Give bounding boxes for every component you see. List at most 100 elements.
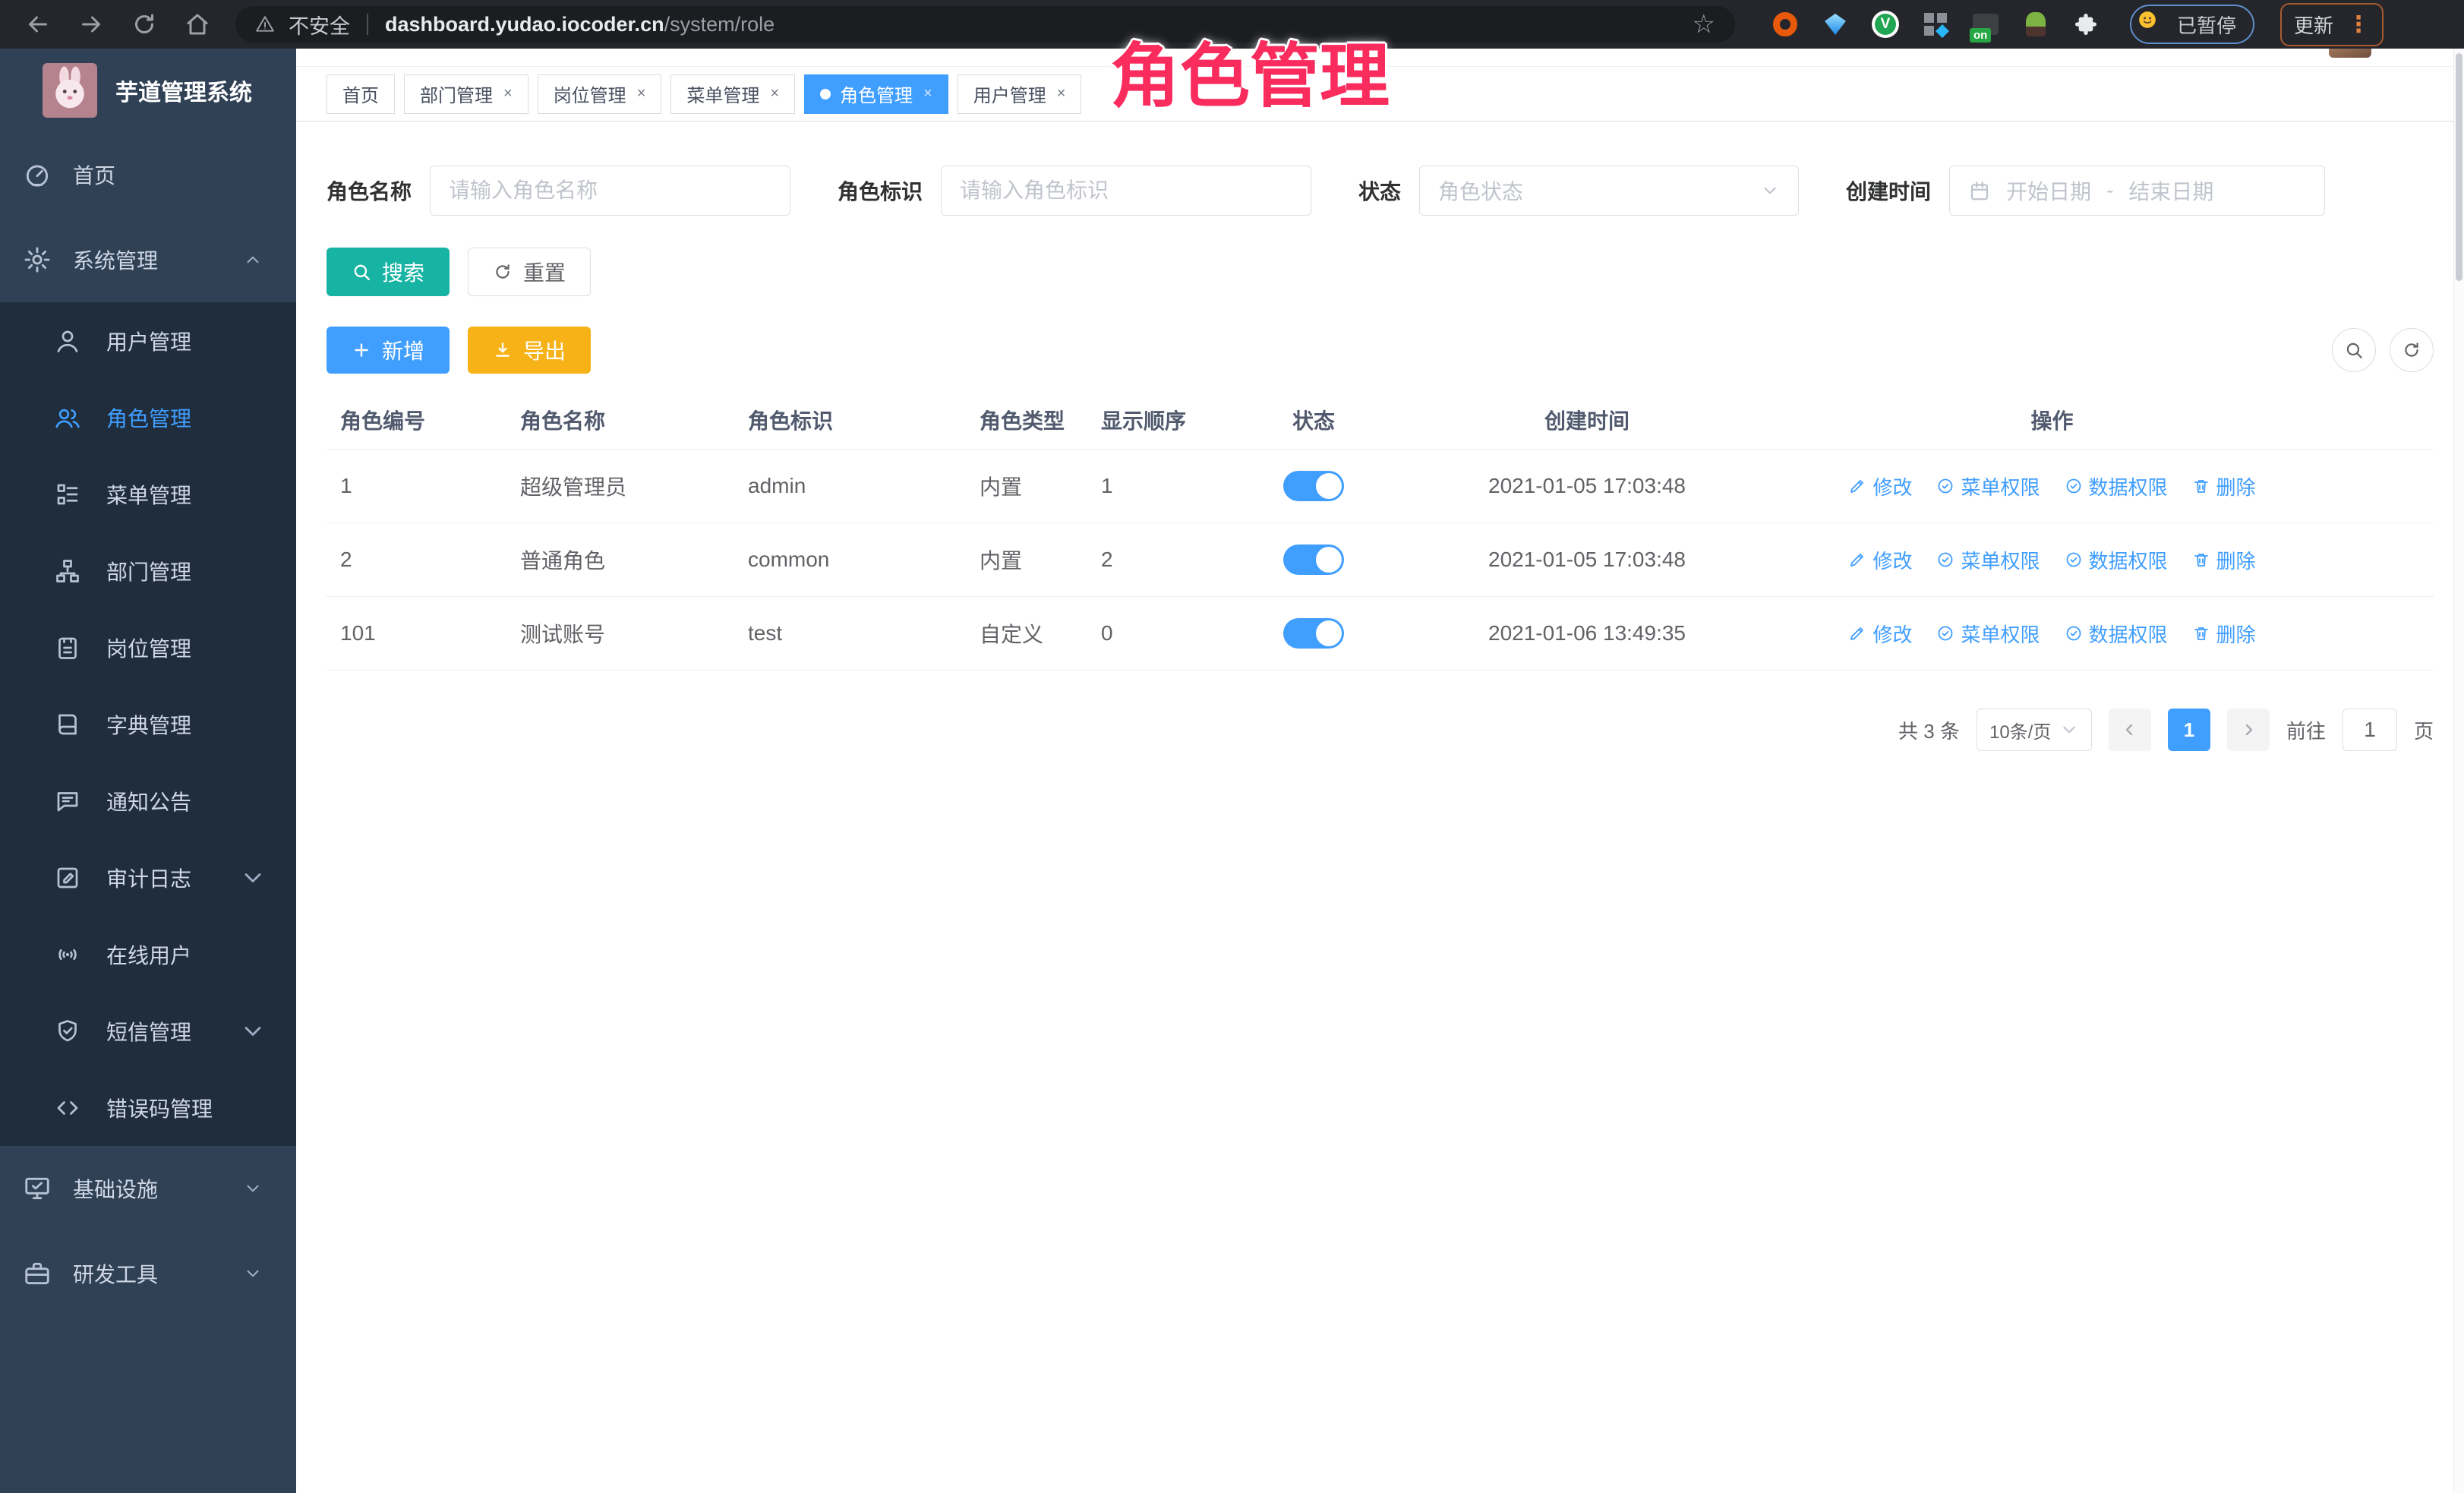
sidebar-item-dev-tools[interactable]: 研发工具 [0,1231,296,1316]
extension-icon-orange[interactable] [1771,11,1799,38]
tab-close-icon[interactable]: × [503,85,513,103]
sidebar-item-label: 首页 [73,159,115,190]
row-actions: 修改菜单权限数据权限删除 [1784,546,2320,574]
role-status-cell [1238,544,1390,575]
sidebar-item-system[interactable]: 系统管理 [0,217,296,302]
sidebar-item-post[interactable]: 岗位管理 [0,609,296,686]
action-label: 修改 [1872,472,1912,500]
kebab-menu-icon[interactable]: ⋮ [2347,11,2370,38]
export-button[interactable]: 导出 [468,327,591,374]
status-toggle[interactable] [1283,471,1344,501]
data-permission-action[interactable]: 数据权限 [2065,546,2168,574]
tab-item-首页[interactable]: 首页 [327,74,395,114]
date-range-picker[interactable]: 开始日期 - 结束日期 [1949,166,2325,216]
sidebar-item-online-user[interactable]: 在线用户 [0,916,296,993]
current-page-button[interactable]: 1 [2168,709,2210,751]
browser-home-icon[interactable] [176,6,219,43]
org-icon [50,557,85,585]
role-key-input[interactable] [941,166,1311,216]
sidebar-item-dept[interactable]: 部门管理 [0,532,296,609]
page-size-select[interactable]: 10条/页 [1977,709,2092,751]
tab-close-icon[interactable]: × [770,85,779,103]
bookmark-star-icon[interactable]: ☆ [1693,9,1715,39]
browser-forward-icon[interactable] [70,6,112,43]
menu-permission-action[interactable]: 菜单权限 [1936,620,2040,648]
role-sort-cell: 2 [1101,548,1238,572]
row-actions-cell: 修改菜单权限数据权限删除 [1784,472,2434,500]
browser-update-button[interactable]: 更新 ⋮ [2280,3,2384,46]
edit-action[interactable]: 修改 [1848,546,1912,574]
extension-icon-gem[interactable] [1822,11,1849,38]
row-actions: 修改菜单权限数据权限删除 [1784,620,2320,648]
status-toggle[interactable] [1283,618,1344,649]
address-bar[interactable]: 不安全 dashboard.yudao.iocoder.cn/system/ro… [235,6,1735,43]
delete-action[interactable]: 删除 [2192,472,2256,500]
column-header: 创建时间 [1390,405,1784,435]
sidebar-item-error-code[interactable]: 错误码管理 [0,1069,296,1146]
sidebar-item-dict[interactable]: 字典管理 [0,686,296,762]
sidebar-item-label: 字典管理 [106,709,191,740]
sidebar-item-infra[interactable]: 基础设施 [0,1146,296,1231]
add-button[interactable]: 新增 [327,327,450,374]
tab-close-icon[interactable]: × [923,85,932,103]
delete-action[interactable]: 删除 [2192,620,2256,648]
app-logo[interactable]: 芋道管理系统 [0,49,296,132]
chevron-down-icon [235,1018,270,1045]
sidebar-item-menu[interactable]: 菜单管理 [0,456,296,532]
trash-icon [2192,477,2210,495]
role-name-input[interactable] [430,166,790,216]
search-button[interactable]: 搜索 [327,248,450,296]
extension-icon-grid[interactable] [1922,11,1949,38]
role-name-cell: 超级管理员 [520,471,748,501]
badge-icon [50,634,85,661]
tab-close-icon[interactable]: × [637,85,646,103]
browser-reload-icon[interactable] [123,6,166,43]
status-toggle[interactable] [1283,544,1344,575]
sms-icon [50,1018,85,1045]
tab-item-用户管理[interactable]: 用户管理 × [958,74,1082,114]
status-select[interactable]: 角色状态 [1419,166,1799,216]
page-unit-label: 页 [2414,716,2434,744]
scrollbar-thumb[interactable] [2456,53,2462,281]
edit-action[interactable]: 修改 [1848,620,1912,648]
refresh-button[interactable] [2390,328,2434,372]
sidebar-item-notice[interactable]: 通知公告 [0,762,296,839]
pagination-total: 共 3 条 [1898,716,1960,744]
next-page-button[interactable] [2227,709,2270,751]
data-permission-action[interactable]: 数据权限 [2065,620,2168,648]
sidebar-item-home[interactable]: 首页 [0,132,296,217]
role-name-cell: 普通角色 [520,544,748,575]
sidebar-item-audit-log[interactable]: 审计日志 [0,839,296,916]
extension-icon-switch-on[interactable] [1972,11,1999,38]
tab-item-角色管理[interactable]: 角色管理× [804,74,948,114]
goto-label: 前往 [2286,716,2326,744]
reset-button[interactable]: 重置 [468,248,591,296]
menu-permission-action[interactable]: 菜单权限 [1936,546,2040,574]
browser-back-icon[interactable] [17,6,59,43]
extensions-puzzle-icon[interactable] [2072,11,2100,38]
sidebar-item-role[interactable]: 角色管理 [0,379,296,456]
extension-icon-vue[interactable]: V [1872,11,1899,38]
infra-icon [20,1174,55,1203]
tab-label: 用户管理 [973,80,1046,107]
edit-action[interactable]: 修改 [1848,472,1912,500]
delete-action[interactable]: 删除 [2192,546,2256,574]
sidebar-item-sms[interactable]: 短信管理 [0,993,296,1069]
dict-icon [50,711,85,738]
tab-item-部门管理[interactable]: 部门管理× [404,74,528,114]
tab-item-菜单管理[interactable]: 菜单管理× [670,74,795,114]
data-permission-action[interactable]: 数据权限 [2065,472,2168,500]
extension-icon-tree[interactable] [2022,11,2049,38]
prev-page-button[interactable] [2109,709,2151,751]
tab-close-icon[interactable]: × [1057,85,1066,103]
sidebar-item-user[interactable]: 用户管理 [0,302,296,379]
circlecheck-icon [2065,477,2083,495]
toggle-search-button[interactable] [2332,328,2376,372]
goto-page-input[interactable] [2343,709,2397,751]
browser-profile-chip[interactable]: 已暂停 [2130,5,2254,44]
window-scrollbar[interactable] [2453,49,2464,1493]
role-key-cell: common [748,548,980,572]
menu-permission-action[interactable]: 菜单权限 [1936,472,2040,500]
tab-item-岗位管理[interactable]: 岗位管理× [538,74,662,114]
warning-icon [255,14,275,34]
